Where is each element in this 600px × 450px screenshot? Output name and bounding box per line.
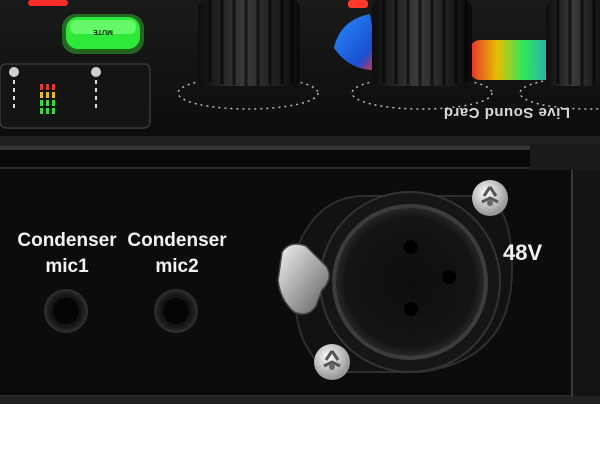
knob-1[interactable] (198, 0, 300, 86)
jack-label-mic1-line2: mic1 (45, 256, 89, 277)
jack-mic2[interactable] (154, 289, 198, 333)
jack-label-mic1-line1: Condenser (17, 230, 117, 251)
knob-2[interactable] (372, 0, 472, 86)
knob-3[interactable] (546, 0, 600, 86)
screw-bottom (314, 344, 350, 380)
jack-label-mic2: Condenser mic2 (118, 228, 236, 280)
xlr-pin-3 (404, 302, 418, 316)
brand-text: Live Sound Card (443, 104, 570, 121)
phantom-power-label: 48V (503, 240, 543, 265)
jack-label-mic2-line1: Condenser (127, 230, 227, 251)
screw-top (472, 180, 508, 216)
jack-mic1[interactable] (44, 289, 88, 333)
mute-label: MUTE (93, 28, 113, 35)
xlr-pin-2 (442, 270, 456, 284)
jack-label-mic1: Condenser mic1 (8, 228, 126, 280)
xlr-pin-1 (404, 240, 418, 254)
sound-card-photo (0, 0, 600, 404)
jack-label-mic2-line2: mic2 (155, 256, 199, 277)
